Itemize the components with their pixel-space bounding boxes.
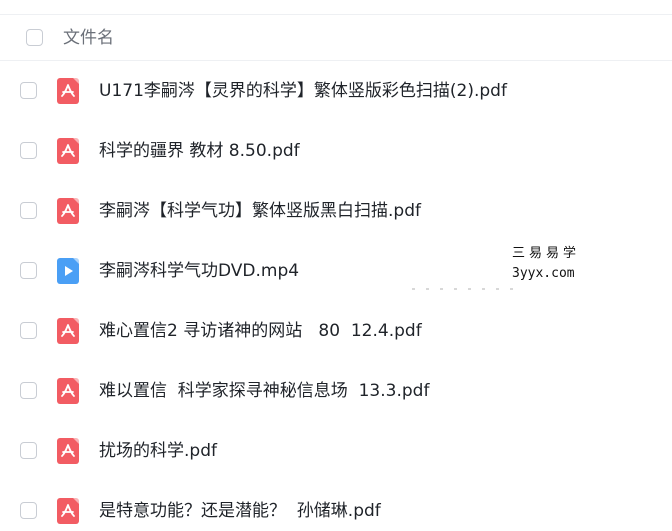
file-row[interactable]: 是特意功能？还是潜能？ 孙储琳.pdf [0,481,672,531]
file-checkbox[interactable] [20,82,37,99]
file-checkbox[interactable] [20,442,37,459]
file-checkbox[interactable] [20,502,37,519]
file-row[interactable]: 难以置信 科学家探寻神秘信息场 13.3.pdf [0,361,672,421]
watermark: 三易易学 3yyx.com [512,244,580,284]
file-name[interactable]: 李嗣涔【科学气功】繁体竖版黑白扫描.pdf [99,199,421,223]
file-row[interactable]: U171李嗣涔【灵界的科学】繁体竖版彩色扫描(2).pdf [0,61,672,121]
watermark-url: 3yyx.com [512,266,575,281]
pdf-file-icon [57,78,79,104]
pdf-file-icon [57,198,79,224]
file-checkbox[interactable] [20,322,37,339]
file-name[interactable]: 扰场的科学.pdf [99,439,217,463]
pdf-file-icon [57,378,79,404]
file-list-page: 文件名 U171李嗣涔【灵界的科学】繁体竖版彩色扫描(2).pdf 科学的疆界 … [0,0,672,531]
pdf-file-icon [57,138,79,164]
file-row[interactable]: 难心置信2 寻访诸神的网站 80 12.4.pdf [0,301,672,361]
file-name[interactable]: U171李嗣涔【灵界的科学】繁体竖版彩色扫描(2).pdf [99,79,507,103]
pdf-file-icon [57,438,79,464]
file-name[interactable]: 科学的疆界 教材 8.50.pdf [99,139,300,163]
file-row[interactable]: 科学的疆界 教材 8.50.pdf [0,121,672,181]
watermark-title: 三易易学 [512,246,581,261]
pdf-file-icon [57,318,79,344]
file-name[interactable]: 是特意功能？还是潜能？ 孙储琳.pdf [99,499,381,523]
file-name[interactable]: 李嗣涔科学气功DVD.mp4 [99,259,299,283]
file-checkbox[interactable] [20,382,37,399]
file-name[interactable]: 难以置信 科学家探寻神秘信息场 13.3.pdf [99,379,429,403]
file-name[interactable]: 难心置信2 寻访诸神的网站 80 12.4.pdf [99,319,422,343]
file-row[interactable]: 扰场的科学.pdf [0,421,672,481]
file-row[interactable]: 李嗣涔【科学气功】繁体竖版黑白扫描.pdf [0,181,672,241]
column-header-filename[interactable]: 文件名 [63,27,114,49]
select-all-checkbox[interactable] [26,29,43,46]
file-checkbox[interactable] [20,202,37,219]
watermark-dots [412,288,522,290]
file-checkbox[interactable] [20,262,37,279]
file-checkbox[interactable] [20,142,37,159]
video-file-icon [57,258,79,284]
pdf-file-icon [57,498,79,524]
file-list-header: 文件名 [0,15,672,61]
